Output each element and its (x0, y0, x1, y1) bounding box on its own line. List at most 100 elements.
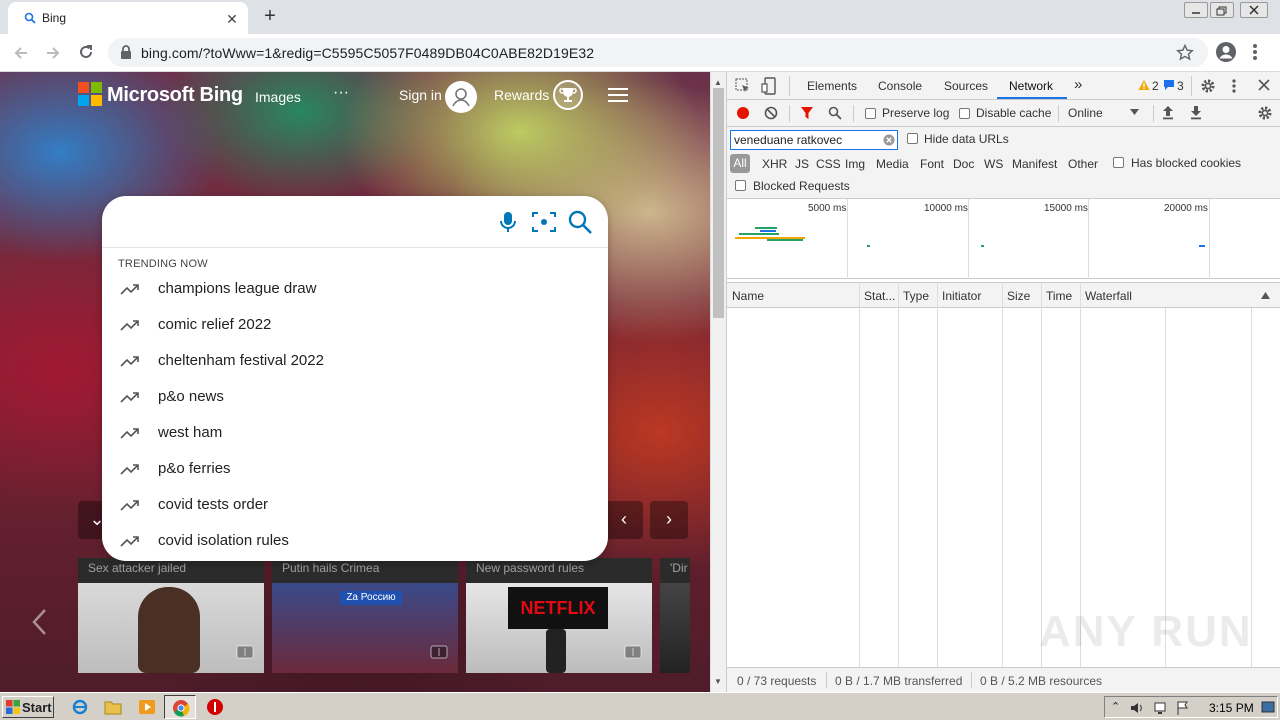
filter-type-img[interactable]: Img (845, 157, 865, 171)
trending-item[interactable]: cheltenham festival 2022 (102, 346, 608, 378)
media-player-icon[interactable] (138, 698, 156, 716)
page-scrollbar[interactable]: ▲ ▼ (710, 72, 726, 692)
news-card[interactable]: Za Россию Putin hails Crimea (272, 558, 458, 673)
throttle-select[interactable]: Online (1065, 102, 1143, 124)
close-window-button[interactable] (1240, 2, 1268, 18)
has-blocked-cookies-checkbox[interactable] (1113, 157, 1124, 168)
trending-item[interactable]: champions league draw (102, 274, 608, 306)
restore-window-button[interactable] (1210, 2, 1234, 18)
action-center-flag-icon[interactable] (1175, 700, 1191, 716)
filter-type-manifest[interactable]: Manifest (1012, 157, 1057, 171)
chrome-menu-icon[interactable] (1252, 42, 1258, 62)
trending-item[interactable]: covid isolation rules (102, 526, 608, 558)
rewards-trophy-icon[interactable] (553, 80, 583, 110)
device-toolbar-icon[interactable] (761, 77, 777, 95)
tab-console[interactable]: Console (878, 79, 922, 93)
tray-expand-icon[interactable]: ⌃ (1111, 700, 1120, 713)
new-tab-button[interactable]: + (260, 5, 280, 28)
news-prev-button[interactable]: ‹ (605, 501, 643, 539)
hide-data-urls-checkbox[interactable] (907, 133, 918, 144)
show-desktop-icon[interactable] (1261, 700, 1275, 714)
filter-type-media[interactable]: Media (876, 157, 909, 171)
address-bar[interactable]: bing.com/?toWww=1&redig=C5595C5057F0489D… (108, 38, 1208, 67)
avatar-icon[interactable] (445, 81, 477, 113)
filter-type-font[interactable]: Font (920, 157, 944, 171)
column-type[interactable]: Type (903, 289, 929, 303)
microphone-icon[interactable] (498, 210, 518, 234)
news-card[interactable]: NETFLIX New password rules (466, 558, 652, 673)
lock-icon[interactable] (120, 45, 132, 59)
trending-item[interactable]: p&o ferries (102, 454, 608, 486)
trending-item[interactable]: covid tests order (102, 490, 608, 522)
record-icon[interactable] (736, 106, 750, 120)
news-next-button[interactable]: › (650, 501, 688, 539)
import-har-icon[interactable] (1162, 105, 1174, 120)
filter-icon[interactable] (800, 106, 814, 120)
microsoft-logo-icon[interactable] (78, 82, 102, 106)
clear-icon[interactable] (764, 106, 778, 120)
settings-gear-icon[interactable] (1200, 78, 1216, 94)
export-har-icon[interactable] (1190, 105, 1202, 120)
news-card[interactable]: 'Dir (660, 558, 690, 673)
minimize-window-button[interactable] (1184, 2, 1208, 18)
filter-type-js[interactable]: JS (795, 157, 809, 171)
trending-item[interactable]: west ham (102, 418, 608, 450)
volume-icon[interactable] (1129, 700, 1145, 716)
start-button[interactable]: Start (2, 696, 54, 718)
browser-tab[interactable]: Bing ✕ (8, 2, 248, 34)
filter-type-ws[interactable]: WS (984, 157, 1003, 171)
scrollbar-thumb[interactable] (713, 88, 724, 318)
blocked-requests-checkbox[interactable] (735, 180, 746, 191)
back-icon[interactable] (12, 44, 30, 62)
devtools-menu-icon[interactable] (1231, 78, 1237, 94)
column-status[interactable]: Stat... (864, 289, 895, 303)
network-overview-timeline[interactable]: 5000 ms 10000 ms 15000 ms 20000 ms (727, 199, 1280, 279)
tab-close-icon[interactable]: ✕ (224, 11, 240, 28)
filter-type-xhr[interactable]: XHR (762, 157, 787, 171)
column-waterfall[interactable]: Waterfall (1085, 289, 1132, 303)
profile-icon[interactable] (1215, 41, 1237, 63)
disable-cache-checkbox[interactable] (959, 108, 970, 119)
column-name[interactable]: Name (732, 289, 764, 303)
page-prev-icon[interactable] (30, 607, 50, 637)
tab-elements[interactable]: Elements (807, 79, 857, 93)
tab-network[interactable]: Network (1009, 79, 1053, 93)
hamburger-menu-icon[interactable] (607, 87, 629, 103)
forward-icon[interactable] (44, 44, 62, 62)
tab-sources[interactable]: Sources (944, 79, 988, 93)
filter-type-all[interactable]: All (730, 154, 750, 173)
news-card[interactable]: Sex attacker jailed (78, 558, 264, 673)
network-icon[interactable] (1153, 700, 1169, 716)
inspect-element-icon[interactable] (735, 78, 751, 94)
more-tabs-icon[interactable]: » (1074, 76, 1082, 93)
chrome-taskbar-button[interactable] (164, 695, 196, 719)
filter-type-css[interactable]: CSS (816, 157, 841, 171)
folder-icon[interactable] (104, 698, 122, 716)
trending-item[interactable]: comic relief 2022 (102, 310, 608, 342)
stop-icon[interactable] (206, 698, 224, 716)
network-settings-icon[interactable] (1257, 105, 1273, 121)
column-size[interactable]: Size (1007, 289, 1030, 303)
trending-item[interactable]: p&o news (102, 382, 608, 414)
sort-up-icon[interactable] (1261, 292, 1270, 299)
search-box[interactable]: TRENDING NOW champions league draw comic… (102, 196, 608, 561)
sign-in-link[interactable]: Sign in (399, 87, 442, 103)
close-devtools-icon[interactable] (1258, 79, 1270, 91)
bookmark-star-icon[interactable] (1176, 44, 1194, 62)
search-input[interactable] (122, 208, 492, 236)
clear-filter-icon[interactable] (883, 134, 895, 146)
taskbar-clock[interactable]: 3:15 PM (1209, 701, 1254, 715)
search-icon[interactable] (567, 209, 593, 235)
nav-images-link[interactable]: Images (255, 89, 301, 105)
search-icon[interactable] (828, 106, 842, 120)
nav-more-icon[interactable]: ··· (333, 84, 349, 102)
reload-icon[interactable] (77, 43, 95, 61)
filter-type-doc[interactable]: Doc (953, 157, 974, 171)
warning-icon[interactable] (1138, 79, 1150, 91)
filter-input[interactable] (731, 131, 876, 149)
preserve-log-checkbox[interactable] (865, 108, 876, 119)
filter-type-other[interactable]: Other (1068, 157, 1098, 171)
visual-search-icon[interactable] (531, 210, 557, 234)
bing-brand[interactable]: Microsoft Bing (107, 84, 243, 107)
message-icon[interactable] (1163, 79, 1175, 91)
